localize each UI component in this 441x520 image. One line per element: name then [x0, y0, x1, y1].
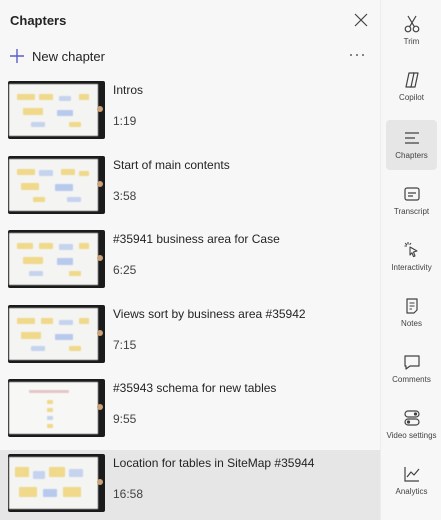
transcript-icon: [403, 187, 420, 201]
chapter-item[interactable]: #35943 schema for new tables 9:55: [0, 375, 380, 450]
rail-item-video-settings[interactable]: Video settings: [386, 400, 437, 450]
rail-item-trim[interactable]: Trim: [386, 6, 437, 56]
plus-icon: [10, 49, 24, 63]
rail-item-chapters[interactable]: Chapters: [386, 120, 437, 170]
chapter-thumbnail: [8, 379, 105, 437]
more-options-button[interactable]: [346, 46, 368, 64]
chapter-thumbnail: [8, 81, 105, 139]
chapter-item[interactable]: #35941 business area for Case 6:25: [0, 226, 380, 301]
notes-icon: [405, 298, 418, 314]
copilot-icon: [404, 72, 419, 88]
rail-item-interactivity[interactable]: Interactivity: [386, 232, 437, 282]
chapter-time: 1:19: [113, 114, 137, 128]
chapter-title: Start of main contents: [113, 157, 230, 172]
scissors-icon: [404, 15, 419, 33]
rail-item-copilot[interactable]: Copilot: [386, 62, 437, 112]
side-rail: Trim Copilot Chapters Transcript Interac…: [382, 0, 441, 520]
chapter-thumbnail: [8, 230, 105, 288]
chapter-title: #35943 schema for new tables: [113, 381, 277, 395]
comments-icon: [403, 355, 420, 370]
new-chapter-button[interactable]: New chapter: [8, 45, 105, 67]
interactivity-icon: [404, 242, 418, 258]
chapter-time: 16:58: [113, 486, 144, 501]
panel-title: Chapters: [10, 13, 67, 28]
rail-label: Notes: [401, 319, 422, 328]
chapter-thumbnail: [8, 304, 105, 363]
rail-label: Trim: [403, 37, 420, 46]
chapter-title: Views sort by business area #35942: [113, 306, 306, 321]
chapter-item[interactable]: Start of main contents 3:58: [0, 152, 380, 227]
rail-item-comments[interactable]: Comments: [386, 344, 437, 394]
more-icon-dot: [350, 54, 352, 56]
chapter-title: Location for tables in SiteMap #35944: [113, 455, 315, 470]
rail-label: Video settings: [386, 431, 437, 440]
new-chapter-label: New chapter: [32, 48, 105, 64]
chapter-title: #35941 business area for Case: [113, 232, 280, 246]
chapter-time: 7:15: [113, 337, 137, 352]
chapter-item[interactable]: Views sort by business area #35942 7:15: [0, 301, 380, 376]
rail-item-transcript[interactable]: Transcript: [386, 176, 437, 226]
rail-item-analytics[interactable]: Analytics: [386, 456, 437, 506]
chapter-time: 9:55: [113, 412, 137, 426]
more-icon-dot: [356, 54, 358, 56]
chapter-item[interactable]: Intros 1:19: [0, 77, 380, 152]
rail-label: Chapters: [395, 151, 428, 160]
close-icon: [354, 13, 368, 27]
chapter-thumbnail: [8, 155, 105, 214]
more-icon-dot: [362, 54, 364, 56]
chapters-panel: Chapters New chapter Intros 1:19 Start o…: [0, 0, 381, 520]
chapter-thumbnail: [8, 453, 105, 512]
rail-label: Analytics: [395, 487, 428, 496]
video-settings-icon: [403, 410, 420, 426]
rail-label: Transcript: [393, 207, 430, 216]
close-button[interactable]: [350, 9, 372, 31]
panel-header: Chapters: [0, 0, 380, 40]
chapters-icon: [404, 132, 419, 144]
rail-label: Interactivity: [391, 263, 432, 272]
rail-label: Copilot: [399, 93, 424, 102]
chapter-time: 6:25: [113, 263, 137, 277]
analytics-icon: [403, 467, 419, 482]
rail-item-notes[interactable]: Notes: [386, 288, 437, 338]
chapter-item[interactable]: Location for tables in SiteMap #35944 16…: [0, 449, 380, 520]
rail-label: Comments: [392, 375, 431, 384]
chapter-title: Intros: [113, 83, 144, 97]
chapter-time: 3:58: [113, 188, 137, 203]
chapter-list: Intros 1:19 Start of main contents 3:58 …: [0, 77, 380, 520]
